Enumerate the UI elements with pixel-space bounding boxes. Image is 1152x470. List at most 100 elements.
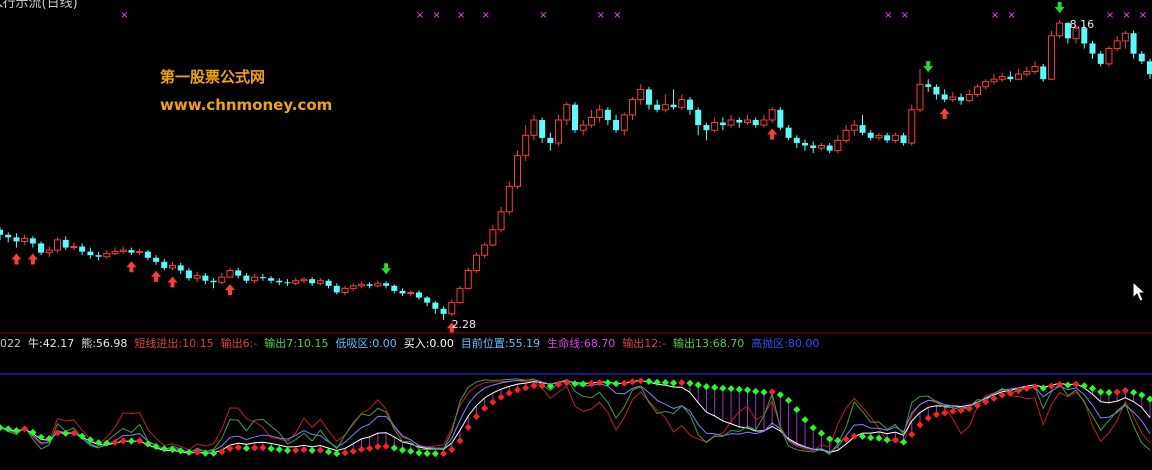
candle-body	[316, 280, 324, 284]
life-line-dot	[382, 442, 390, 450]
candle	[235, 267, 242, 279]
candle	[366, 282, 373, 289]
life-line-dot	[440, 449, 448, 458]
candle	[867, 130, 874, 141]
candle	[711, 117, 719, 133]
candle-body	[925, 84, 932, 87]
life-line-dot	[711, 383, 719, 391]
candle-body	[900, 135, 907, 143]
buy-arrow-icon	[27, 253, 38, 265]
candle-body	[990, 78, 998, 83]
candle-body	[826, 145, 833, 151]
candle	[341, 285, 349, 296]
candle-body	[604, 109, 611, 120]
candle	[613, 114, 620, 133]
candle	[637, 84, 645, 105]
candle-body	[218, 276, 226, 283]
indicator-value: 熊:56.98	[81, 337, 128, 350]
life-line-dot	[45, 434, 53, 443]
candle-body	[415, 292, 422, 298]
candle	[555, 114, 563, 146]
life-line-dot	[464, 423, 472, 431]
candle	[1015, 68, 1023, 81]
candle	[703, 122, 710, 141]
life-line-dot	[390, 444, 398, 452]
candle-body	[251, 276, 259, 282]
candle	[251, 274, 259, 284]
candle	[587, 109, 595, 128]
candle-body	[1056, 22, 1064, 37]
candle-body	[834, 139, 842, 152]
candle-body	[727, 119, 735, 126]
life-line-dot	[407, 447, 415, 455]
candle	[1031, 61, 1039, 75]
life-line-dot	[283, 446, 292, 455]
candle	[1040, 63, 1047, 82]
candle	[687, 97, 693, 115]
candle	[374, 280, 382, 288]
candle-body	[284, 282, 291, 284]
candle	[629, 97, 636, 120]
life-line-dot	[735, 385, 743, 393]
candle-body	[1121, 32, 1129, 42]
candle	[218, 273, 226, 285]
low-price-label: 2.28	[452, 318, 477, 331]
candle	[440, 306, 447, 320]
candle	[884, 132, 891, 143]
candle-body	[1031, 65, 1039, 73]
candle-body	[87, 251, 94, 256]
candle	[793, 135, 800, 149]
indicator-value: 目前位置:55.19	[460, 337, 541, 350]
life-line-dot	[1080, 382, 1088, 390]
candle-body	[736, 120, 743, 123]
life-line-dot	[292, 446, 300, 454]
candle	[38, 241, 45, 256]
candle	[95, 251, 102, 261]
candle-body	[703, 125, 710, 131]
x-marker-icon: ×	[884, 10, 892, 21]
x-marker-icon: ×	[482, 10, 490, 21]
life-line-dot	[916, 421, 924, 429]
life-line-dot	[300, 445, 308, 454]
buy-arrow-icon	[126, 261, 137, 273]
candle	[169, 261, 176, 271]
candle	[1023, 66, 1031, 77]
candle-body	[620, 114, 628, 131]
candle-body	[366, 284, 373, 286]
candle-body	[13, 237, 20, 242]
candle	[210, 278, 217, 289]
candle-body	[884, 135, 891, 141]
candle-body	[1147, 61, 1152, 75]
candle-body	[695, 109, 702, 126]
candle-body	[842, 129, 850, 141]
candle-body	[974, 86, 981, 95]
candle	[678, 94, 686, 110]
candle-body	[70, 246, 78, 249]
life-line-dot	[423, 450, 431, 458]
candle-body	[744, 119, 751, 124]
life-line-dot	[908, 430, 916, 438]
candle-body	[235, 270, 242, 276]
candle-body	[1138, 53, 1145, 62]
x-marker-icon: ×	[613, 10, 621, 21]
candle-body	[613, 120, 620, 131]
life-line-dot	[620, 379, 628, 387]
candle	[1097, 51, 1104, 67]
life-line-dot	[374, 443, 382, 451]
candle	[990, 74, 998, 85]
candle-body	[687, 99, 693, 110]
candle	[875, 132, 883, 141]
candle-body	[95, 255, 102, 257]
life-line-dot	[1138, 391, 1146, 399]
candle-body	[325, 280, 332, 286]
life-line-dot	[127, 437, 135, 445]
candle	[202, 273, 209, 285]
candle-body	[530, 119, 538, 136]
candle-body	[998, 76, 1006, 80]
candle	[563, 102, 571, 126]
x-marker-icon: ×	[539, 10, 547, 21]
x-marker-icon: ×	[120, 10, 128, 21]
life-line-dot	[481, 404, 489, 412]
candle-body	[1089, 43, 1096, 54]
candle-body	[333, 285, 340, 293]
